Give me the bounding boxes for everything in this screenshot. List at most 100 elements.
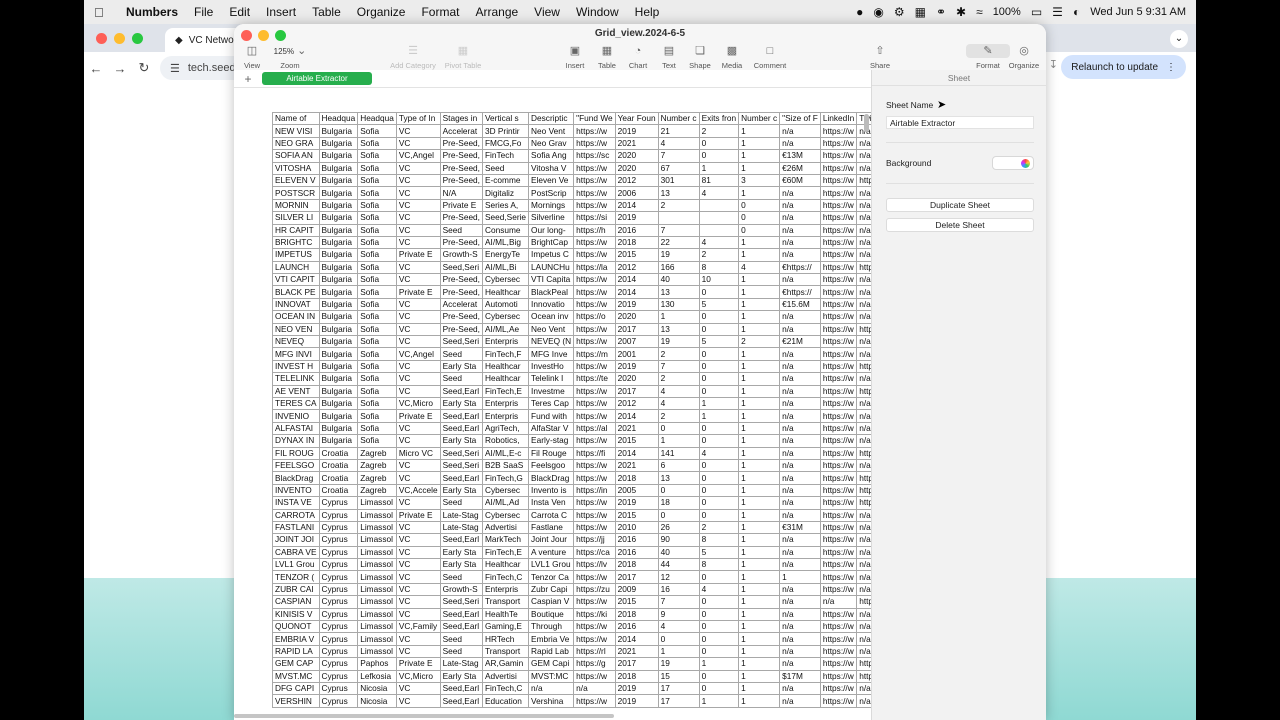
table-cell[interactable]: Lefkosia	[357, 669, 397, 683]
table-cell[interactable]: Bulgaria	[318, 149, 359, 163]
table-cell[interactable]: Sofia	[357, 186, 397, 200]
table-cell[interactable]: 18	[657, 496, 700, 510]
table-cell[interactable]: Micro VC	[395, 446, 441, 460]
table-row[interactable]: INVEST H Bulgaria Sofia VC Early Sta Healthca…	[272, 359, 871, 374]
table-cell[interactable]: n/a	[779, 681, 821, 696]
table-row[interactable]: IMPETUS Bulgaria Sofia Private E Growth-S Ene…	[272, 248, 871, 262]
table-cell[interactable]: Pre-Seed,	[439, 161, 483, 175]
table-cell[interactable]: €13M	[779, 149, 821, 163]
table-cell[interactable]: 1	[738, 595, 781, 609]
table-cell[interactable]: 2006	[614, 186, 659, 200]
table-cell[interactable]: AI/ML,Big	[481, 235, 530, 250]
table-cell[interactable]: €60M	[779, 173, 821, 188]
table-cell[interactable]: n/a	[779, 607, 821, 622]
table-cell[interactable]: FinTech,E	[481, 384, 530, 399]
table-cell[interactable]: Cyprus	[318, 657, 359, 671]
table-cell[interactable]: Bulgaria	[318, 186, 359, 200]
table-cell[interactable]: MarkTech	[481, 533, 530, 547]
table-cell[interactable]: Nicosia	[357, 681, 397, 696]
table-cell[interactable]: n/a	[856, 545, 871, 560]
table-cell[interactable]: VC	[395, 595, 441, 609]
table-cell[interactable]: 1	[738, 421, 781, 436]
table-cell[interactable]: OCEAN IN	[272, 310, 320, 324]
table-cell[interactable]: Boutique	[528, 607, 575, 622]
table-cell[interactable]: n/a	[856, 248, 871, 262]
table-cell[interactable]: Limassol	[357, 496, 397, 510]
table-cell[interactable]: https://w	[819, 273, 858, 287]
table-cell[interactable]: 19	[657, 657, 700, 671]
table-cell[interactable]: 2020	[614, 149, 659, 163]
table-cell[interactable]: Pre-Seed,	[439, 273, 483, 287]
table-cell[interactable]: Sofia	[357, 223, 397, 237]
table-cell[interactable]: n/a	[856, 372, 871, 386]
table-cell[interactable]: Sofia	[357, 359, 397, 374]
table-cell[interactable]: 1	[779, 570, 821, 584]
table-cell[interactable]: VC	[395, 198, 441, 213]
table-cell[interactable]: Education	[481, 694, 530, 708]
table-cell[interactable]: Limassol	[357, 570, 397, 584]
table-cell[interactable]: Limassol	[357, 545, 397, 560]
table-cell[interactable]: 0	[657, 508, 700, 522]
table-cell[interactable]: 9	[657, 607, 700, 622]
inspector-tab-sheet[interactable]: Sheet	[872, 70, 1046, 86]
table-cell[interactable]: https://tw	[856, 483, 871, 498]
table-cell[interactable]: 0	[698, 496, 740, 510]
table-cell[interactable]: ALFASTAI	[272, 421, 320, 436]
table-cell[interactable]: VC,Micro	[395, 669, 441, 683]
relaunch-button[interactable]: Relaunch to update ⋮	[1061, 55, 1186, 79]
table-cell[interactable]: https://w	[819, 124, 858, 138]
table-cell[interactable]: https://w	[819, 235, 858, 250]
table-cell[interactable]: FASTLANI	[272, 520, 320, 535]
table-cell[interactable]: n/a	[779, 223, 821, 237]
table-cell[interactable]: €15.6M	[779, 297, 821, 312]
table-cell[interactable]: n/a	[856, 644, 871, 659]
table-cell[interactable]: https://w	[819, 149, 858, 163]
table-cell[interactable]: Seed	[439, 644, 483, 659]
table-cell[interactable]: n/a	[856, 434, 871, 448]
table-cell[interactable]: Pre-Seed,	[439, 235, 483, 250]
table-cell[interactable]: n/a	[779, 136, 821, 151]
table-row[interactable]: TERES CA Bulgaria Sofia VC,Micro Early Sta En…	[272, 396, 871, 411]
table-cell[interactable]: https://w	[573, 124, 616, 138]
table-cell[interactable]: 7	[657, 595, 700, 609]
table-cell[interactable]: VC	[395, 607, 441, 622]
table-cell[interactable]: Limassol	[357, 619, 397, 634]
table-cell[interactable]: Bulgaria	[318, 248, 359, 262]
table-cell[interactable]: https://w	[819, 446, 858, 460]
table-cell[interactable]: LAUNCH	[272, 260, 320, 275]
table-cell[interactable]: n/a	[856, 186, 871, 200]
table-cell[interactable]: Seed,Earl	[439, 533, 483, 547]
table-cell[interactable]: FMCG,Fo	[481, 136, 530, 151]
table-cell[interactable]: PostScrip	[528, 186, 575, 200]
table-cell[interactable]: 1	[738, 384, 781, 399]
table-cell[interactable]: Croatia	[318, 471, 359, 485]
table-cell[interactable]: 0	[698, 372, 740, 386]
table-cell[interactable]: Late-Stag	[439, 657, 483, 671]
table-cell[interactable]: Zagreb	[357, 471, 397, 485]
table-cell[interactable]: Silverline	[528, 211, 575, 225]
table-cell[interactable]: Cybersec	[481, 483, 530, 498]
table-cell[interactable]: n/a	[856, 198, 871, 213]
table-cell[interactable]: https://w	[573, 434, 616, 448]
table-cell[interactable]: https://w	[819, 161, 858, 175]
table-cell[interactable]: Private E	[439, 198, 483, 213]
table-cell[interactable]: https://w	[819, 347, 858, 361]
table-cell[interactable]: Cyprus	[318, 545, 359, 560]
table-cell[interactable]: 1	[738, 235, 781, 250]
table-cell[interactable]: Pre-Seed,	[439, 173, 483, 188]
table-cell[interactable]: n/a	[779, 434, 821, 448]
table-cell[interactable]: https://w	[573, 694, 616, 708]
table-cell[interactable]: 13	[657, 322, 700, 337]
table-cell[interactable]: 6	[657, 458, 700, 473]
table-cell[interactable]: 2014	[614, 632, 659, 646]
table-cell[interactable]: 17	[657, 694, 700, 708]
table-cell[interactable]: n/a	[779, 409, 821, 423]
table-cell[interactable]: Sofia	[357, 409, 397, 423]
table-cell[interactable]: 8	[698, 260, 740, 275]
table-cell[interactable]: Advertisi	[481, 669, 530, 683]
table-cell[interactable]: 141	[657, 446, 700, 460]
table-cell[interactable]: Bulgaria	[318, 310, 359, 324]
table-cell[interactable]: n/a	[779, 446, 821, 460]
table-cell[interactable]: VC	[395, 310, 441, 324]
table-cell[interactable]: 4	[657, 136, 700, 151]
